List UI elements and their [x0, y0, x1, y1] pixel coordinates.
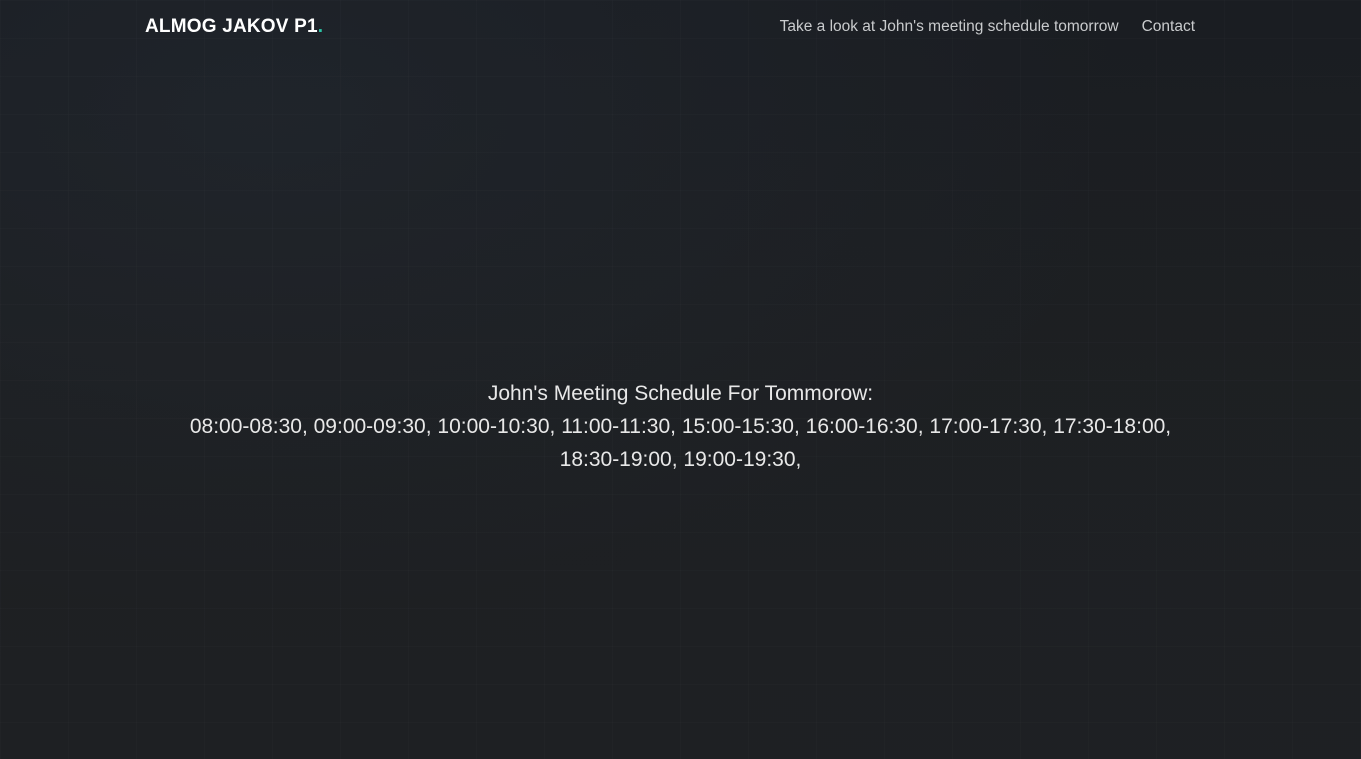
schedule-slot: 08:00-08:30, [189, 415, 308, 438]
nav-link-schedule[interactable]: Take a look at John's meeting schedule t… [780, 18, 1119, 36]
schedule-slot: 10:00-10:30, [437, 415, 556, 438]
schedule-slot: 19:00-19:30, [683, 448, 802, 471]
navbar: ALMOG JAKOV P1. Take a look at John's me… [0, 0, 1361, 56]
schedule-title: John's Meeting Schedule For Tommorow: [487, 382, 874, 405]
schedule-slot: 18:30-19:00, [559, 448, 678, 471]
brand-logo[interactable]: ALMOG JAKOV P1. [145, 16, 323, 38]
schedule-slot: 16:00-16:30, [805, 415, 924, 438]
schedule-slot: 15:00-15:30, [681, 415, 800, 438]
nav-link-contact[interactable]: Contact [1142, 18, 1195, 36]
schedule-slot-list: 08:00-08:30, 09:00-09:30, 10:00-10:30, 1… [141, 410, 1221, 476]
schedule-slot: 17:00-17:30, [929, 415, 1048, 438]
brand-dot: . [317, 16, 324, 37]
main-content: John's Meeting Schedule For Tommorow: 08… [0, 378, 1361, 476]
schedule-slot: 09:00-09:30, [313, 415, 432, 438]
schedule-slot: 17:30-18:00, [1053, 415, 1172, 438]
nav-links: Take a look at John's meeting schedule t… [780, 18, 1195, 36]
schedule-slot: 11:00-11:30, [561, 415, 677, 438]
brand-text: ALMOG JAKOV P1 [145, 16, 318, 37]
